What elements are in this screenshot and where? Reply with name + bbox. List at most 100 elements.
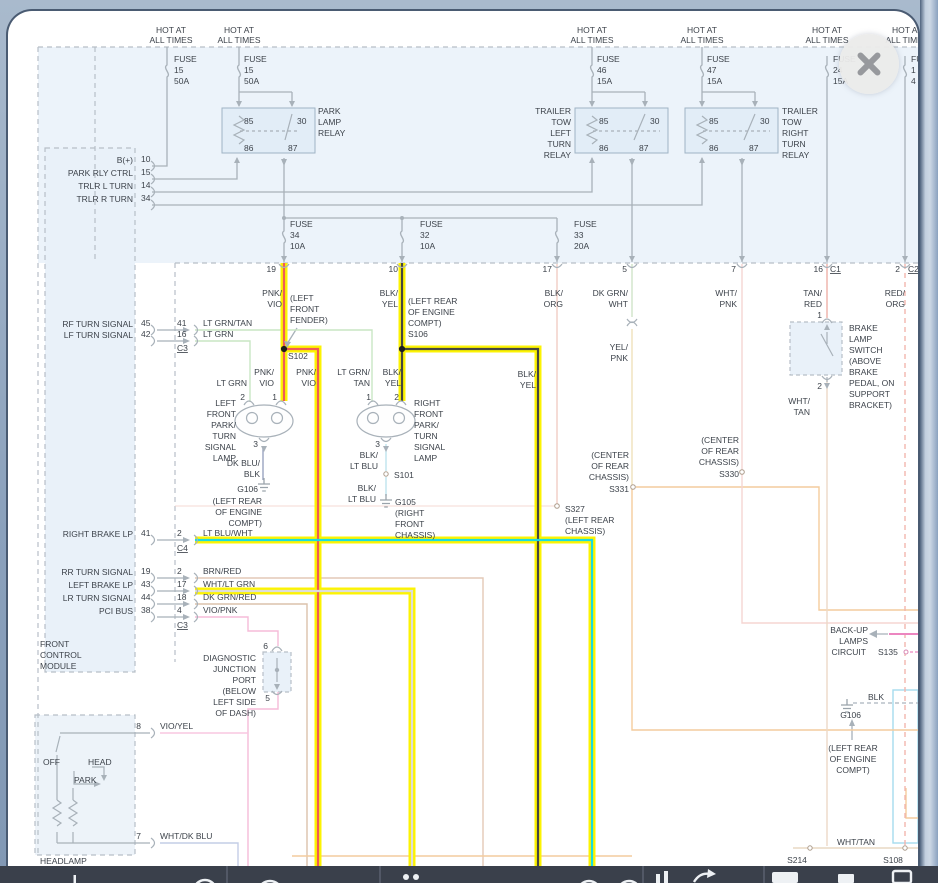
diagram-label: BLK/ <box>545 288 564 298</box>
diagram-label: S135 <box>878 647 898 657</box>
diagram-label: 3 <box>253 439 258 449</box>
connector-link[interactable]: C3 <box>177 343 188 353</box>
diagram-label: 15 <box>244 65 254 75</box>
toolbar-icon-window1[interactable] <box>772 872 798 883</box>
diagram-label: 1 <box>911 65 916 75</box>
splice-s101 <box>384 472 388 476</box>
diagram-label: CONTROL <box>40 650 82 660</box>
diagram-label: PARK RLY CTRL <box>68 168 133 178</box>
diagram-label: 2 <box>177 528 182 538</box>
wiring-diagram: HOT ATALL TIMESHOT ATALL TIMESHOT ATALL … <box>0 0 938 883</box>
diagram-label: BLK/ <box>360 450 379 460</box>
diagram-label: PCI BUS <box>99 606 133 616</box>
diagram-label: 15A <box>597 76 612 86</box>
diagram-label: BRACKET) <box>849 400 892 410</box>
diagram-label: ORG <box>886 299 905 309</box>
diagram-label: FUSE <box>911 54 934 64</box>
diagram-label: HOT AT <box>812 25 842 35</box>
diagram-label: 6 <box>263 641 268 651</box>
module-boxes <box>35 47 918 857</box>
diagram-label: RED <box>804 299 822 309</box>
diagram-label: HOT AT <box>577 25 607 35</box>
diagram-label: S330 <box>719 469 739 479</box>
diagram-label: PEDAL, ON <box>849 378 894 388</box>
diagram-label: 34 <box>141 193 151 203</box>
diagram-label: ALL TIMES <box>150 35 193 45</box>
diagram-label: TRAILER <box>535 106 571 116</box>
diagram-label: S327 <box>565 504 585 514</box>
diagram-label: (BELOW <box>222 686 256 696</box>
diagram-label: LT GRN <box>217 378 247 388</box>
brake-lamp-switch-box <box>790 322 842 375</box>
diagram-label: 2 <box>177 566 182 576</box>
connector-link[interactable]: C2 <box>908 264 919 274</box>
diagram-label: S102 <box>288 351 308 361</box>
diagram-label: TAN/ <box>803 288 822 298</box>
diagram-label: 17 <box>543 264 553 274</box>
component-symbols <box>53 161 910 848</box>
diagram-label: 30 <box>297 116 307 126</box>
diagram-label: LAMPS <box>839 636 868 646</box>
diagram-label: LEFT SIDE <box>213 697 256 707</box>
diagram-label: OF DASH) <box>215 708 256 718</box>
diagram-label: 46 <box>597 65 607 75</box>
diagram-label: SUPPORT <box>849 389 890 399</box>
diagram-label: 7 <box>731 264 736 274</box>
diagram-label: (CENTER <box>701 435 739 445</box>
diagram-label: FUSE <box>707 54 730 64</box>
diagram-label: LAMP <box>414 453 437 463</box>
app-window: HOT ATALL TIMESHOT ATALL TIMESHOT ATALL … <box>0 0 938 883</box>
diagram-label: DK GRN/ <box>593 288 629 298</box>
backup-lamps-arrow <box>869 630 877 638</box>
diagram-label: TURN <box>782 139 806 149</box>
diagram-label: TAN <box>794 407 810 417</box>
diagram-label: VIO <box>259 378 274 388</box>
toolbar-icon-dots[interactable] <box>403 874 419 880</box>
diagram-label: PNK/ <box>262 288 282 298</box>
diagram-label: CHASSIS) <box>589 472 629 482</box>
connector-link[interactable]: C1 <box>830 264 841 274</box>
diagram-label: 44 <box>141 592 151 602</box>
diagram-label: 19 <box>267 264 277 274</box>
diagram-label: G105 <box>395 497 416 507</box>
diagram-label: LEFT <box>215 398 236 408</box>
diagram-label: FRONT <box>290 304 319 314</box>
diagram-label: BLK/ <box>358 483 377 493</box>
diagram-label: (ABOVE <box>849 356 881 366</box>
bottom-toolbar[interactable] <box>0 866 938 883</box>
diagram-label: 85 <box>244 116 254 126</box>
diagram-label: 17 <box>177 579 187 589</box>
diagram-label: PNK/ <box>296 367 316 377</box>
connector-link[interactable]: C3 <box>177 620 188 630</box>
diagram-label: 87 <box>639 143 649 153</box>
diagram-label: VIO/PNK <box>203 605 238 615</box>
diagram-label: WHT/LT GRN <box>203 579 255 589</box>
diagram-label: HOT AT <box>892 25 922 35</box>
diagram-label: LT GRN/TAN <box>203 318 252 328</box>
diagram-label: OF ENGINE <box>408 307 455 317</box>
toolbar-icon-window2[interactable] <box>838 874 854 883</box>
toolbar-icon-cursor[interactable] <box>74 875 77 883</box>
diagram-label: RIGHT BRAKE LP <box>63 529 134 539</box>
diagram-label: 50A <box>174 76 189 86</box>
connector-link[interactable]: C4 <box>177 543 188 553</box>
diagram-label: 86 <box>599 143 609 153</box>
diagram-label: OF REAR <box>701 446 739 456</box>
toolbar-icon-window3[interactable] <box>893 871 911 883</box>
toolbar-icon-share[interactable] <box>694 869 716 882</box>
splice-s327 <box>555 504 560 509</box>
diagram-label: 10 <box>141 154 151 164</box>
diagram-label: FUSE <box>174 54 197 64</box>
toolbar-icon-chart[interactable] <box>656 871 668 883</box>
diagram-label: RELAY <box>782 150 810 160</box>
diagram-label: LAMP <box>318 117 341 127</box>
diagram-label: 7 <box>136 831 141 841</box>
diagram-label: 18 <box>177 592 187 602</box>
diagram-label: RIGHT <box>782 128 808 138</box>
diagram-label: FUSE <box>574 219 597 229</box>
diagram-label: HEADLAMP <box>40 856 87 866</box>
diagram-label: 20A <box>574 241 589 251</box>
close-button[interactable] <box>839 34 899 94</box>
diagram-label: RF TURN SIGNAL <box>62 319 133 329</box>
diagram-label: BLK <box>868 692 884 702</box>
